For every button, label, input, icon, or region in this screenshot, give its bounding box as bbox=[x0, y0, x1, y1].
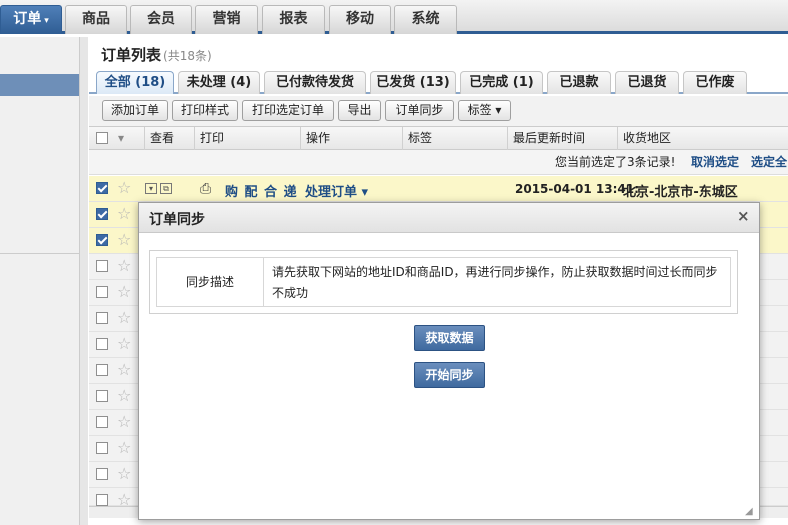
row-checkbox[interactable] bbox=[96, 260, 108, 272]
printer-icon[interactable]: ⎙ bbox=[200, 181, 211, 197]
star-icon[interactable]: ☆ bbox=[117, 439, 131, 457]
star-icon[interactable]: ☆ bbox=[117, 179, 131, 197]
column-header-operation: 操作 bbox=[300, 127, 402, 150]
sort-chevron-icon[interactable]: ▾ bbox=[113, 127, 144, 150]
star-icon[interactable]: ☆ bbox=[117, 387, 131, 405]
column-header-tag: 标签 bbox=[402, 127, 507, 150]
chevron-down-icon: ▾ bbox=[44, 16, 49, 26]
select-all-link[interactable]: 选定全 bbox=[751, 150, 787, 175]
tab-paid-awaiting-shipment[interactable]: 已付款待发货 bbox=[264, 71, 366, 94]
print-codes-link[interactable]: 购 配 合 递 bbox=[225, 181, 298, 200]
row-checkbox[interactable] bbox=[96, 468, 108, 480]
selection-notice: 您当前选定了3条记录! 取消选定 选定全 bbox=[89, 150, 788, 175]
selection-message: 您当前选定了3条记录! bbox=[555, 155, 676, 169]
order-sync-dialog: 订单同步 × 同步描述 请先获取下网站的地址ID和商品ID，再进行同步操作，防止… bbox=[138, 202, 760, 520]
popup-icon[interactable]: ⧉ bbox=[160, 183, 172, 194]
sidebar-divider bbox=[0, 253, 79, 254]
tab-unprocessed[interactable]: 未处理 (4) bbox=[178, 71, 260, 94]
column-header-updated: 最后更新时间 bbox=[507, 127, 617, 150]
order-count: (共18条) bbox=[163, 49, 212, 63]
sync-description-text: 请先获取下网站的地址ID和商品ID，再进行同步操作，防止获取数据时间过长而同步不… bbox=[272, 265, 718, 300]
nav-tab-label: 订单 bbox=[13, 11, 42, 27]
sidebar-selected-item[interactable] bbox=[0, 74, 79, 96]
table-header: ▾ 查看 打印 操作 标签 最后更新时间 收货地区 bbox=[89, 126, 788, 150]
star-icon[interactable]: ☆ bbox=[117, 231, 131, 249]
dialog-header: 订单同步 × bbox=[139, 203, 759, 233]
status-tabs: 全部 (18) 未处理 (4) 已付款待发货 已发货 (13) 已完成 (1) … bbox=[89, 71, 788, 94]
sync-description-box: 同步描述 请先获取下网站的地址ID和商品ID，再进行同步操作，防止获取数据时间过… bbox=[149, 250, 738, 314]
row-checkbox[interactable] bbox=[96, 208, 108, 220]
expand-icon[interactable]: ▾ bbox=[145, 183, 157, 194]
star-icon[interactable]: ☆ bbox=[117, 283, 131, 301]
column-header-region: 收货地区 bbox=[617, 127, 788, 150]
nav-tab-marketing[interactable]: 营销 bbox=[195, 5, 258, 34]
sync-description-table: 同步描述 请先获取下网站的地址ID和商品ID，再进行同步操作，防止获取数据时间过… bbox=[156, 257, 731, 307]
row-checkbox[interactable] bbox=[96, 494, 108, 506]
table-row[interactable]: ☆ ▾ ⧉ ⎙ 购 配 合 递 处理订单 ▾ 2015-04-01 13:41: … bbox=[89, 176, 788, 202]
tab-completed[interactable]: 已完成 (1) bbox=[460, 71, 543, 94]
row-checkbox[interactable] bbox=[96, 390, 108, 402]
process-order-dropdown[interactable]: 处理订单 ▾ bbox=[305, 181, 368, 200]
row-checkbox[interactable] bbox=[96, 416, 108, 428]
tab-all[interactable]: 全部 (18) bbox=[96, 71, 174, 94]
column-header-print: 打印 bbox=[194, 127, 300, 150]
star-icon[interactable]: ☆ bbox=[117, 465, 131, 483]
nav-tab-mobile[interactable]: 移动 bbox=[329, 5, 391, 34]
row-checkbox[interactable] bbox=[96, 286, 108, 298]
star-icon[interactable]: ☆ bbox=[117, 257, 131, 275]
tab-refunded[interactable]: 已退款 bbox=[547, 71, 611, 94]
start-sync-button[interactable]: 开始同步 bbox=[414, 362, 485, 388]
fetch-data-button[interactable]: 获取数据 bbox=[414, 325, 485, 351]
sidebar-scrollbar[interactable] bbox=[79, 37, 88, 525]
sidebar bbox=[0, 37, 88, 525]
nav-tab-products[interactable]: 商品 bbox=[65, 5, 127, 34]
star-icon[interactable]: ☆ bbox=[117, 361, 131, 379]
resize-handle-icon[interactable]: ◢ bbox=[745, 506, 757, 518]
sync-description-label: 同步描述 bbox=[157, 258, 264, 306]
add-order-button[interactable]: 添加订单 bbox=[102, 100, 168, 121]
nav-tab-orders[interactable]: 订单 ▾ bbox=[0, 5, 62, 34]
print-selected-button[interactable]: 打印选定订单 bbox=[242, 100, 334, 121]
row-checkbox[interactable] bbox=[96, 442, 108, 454]
nav-tab-reports[interactable]: 报表 bbox=[262, 5, 325, 34]
star-icon[interactable]: ☆ bbox=[117, 335, 131, 353]
star-icon[interactable]: ☆ bbox=[117, 413, 131, 431]
delivery-region: 北京-北京市-东城区 bbox=[623, 185, 738, 200]
row-checkbox[interactable] bbox=[96, 234, 108, 246]
select-all-checkbox[interactable] bbox=[96, 132, 108, 144]
top-navigation: 订单 ▾ 商品 会员 营销 报表 移动 系统 bbox=[0, 0, 788, 34]
star-icon[interactable]: ☆ bbox=[117, 205, 131, 223]
row-checkbox[interactable] bbox=[96, 364, 108, 376]
print-style-button[interactable]: 打印样式 bbox=[172, 100, 238, 121]
row-view-icons: ▾ ⧉ bbox=[145, 183, 175, 197]
close-icon[interactable]: × bbox=[737, 207, 750, 225]
row-checkbox[interactable] bbox=[96, 312, 108, 324]
order-sync-button[interactable]: 订单同步 bbox=[385, 100, 454, 121]
export-button[interactable]: 导出 bbox=[338, 100, 381, 121]
cancel-selection-link[interactable]: 取消选定 bbox=[691, 150, 739, 175]
row-checkbox[interactable] bbox=[96, 338, 108, 350]
page-title-text: 订单列表 bbox=[101, 46, 162, 64]
star-icon[interactable]: ☆ bbox=[117, 309, 131, 327]
row-checkbox[interactable] bbox=[96, 182, 108, 194]
dialog-title: 订单同步 bbox=[149, 212, 205, 228]
page-title: 订单列表 (共18条) bbox=[101, 44, 212, 65]
tags-dropdown-button[interactable]: 标签 ▾ bbox=[458, 100, 511, 121]
tab-shipped[interactable]: 已发货 (13) bbox=[370, 71, 456, 94]
updated-time: 2015-04-01 13:41: bbox=[515, 182, 639, 196]
column-header-view: 查看 bbox=[144, 127, 194, 150]
nav-tab-members[interactable]: 会员 bbox=[130, 5, 192, 34]
tab-returned[interactable]: 已退货 bbox=[615, 71, 679, 94]
nav-tab-system[interactable]: 系统 bbox=[394, 5, 457, 34]
tab-voided[interactable]: 已作废 bbox=[683, 71, 747, 94]
toolbar: 添加订单 打印样式 打印选定订单 导出 订单同步 标签 ▾ bbox=[89, 96, 788, 126]
